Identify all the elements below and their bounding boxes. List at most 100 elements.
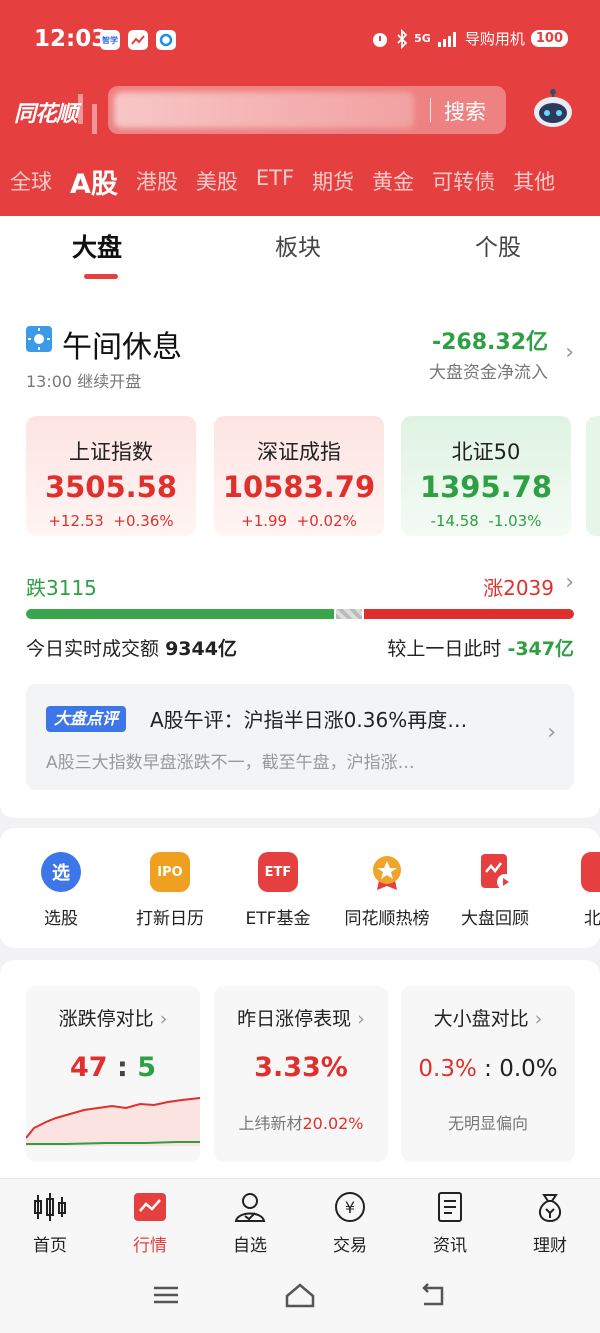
tab-a-share[interactable]: A股 (70, 162, 118, 201)
market-tabs: 全球 A股 港股 美股 ETF 期货 黄金 可转债 其他 (10, 166, 555, 201)
search-button[interactable]: 搜索 (444, 96, 486, 126)
yuan-trade-icon: ¥ (335, 1192, 365, 1222)
stat-title: 涨跌停对比 › (58, 1008, 168, 1030)
index-card-next[interactable] (586, 416, 600, 536)
tab-futures[interactable]: 期货 (312, 166, 354, 201)
browser-app-icon (156, 30, 176, 50)
limit-up-down-card[interactable]: 涨跌停对比 › 47 : 5 (26, 986, 200, 1162)
bluetooth-icon (397, 28, 408, 49)
top-stock: 上纬新材20.02% (238, 1114, 364, 1133)
commentary-summary: A股三大指数早盘涨跌不一，截至午盘，沪指涨… (46, 753, 415, 773)
index-name: 北证50 (451, 440, 521, 464)
home-icon[interactable] (282, 1280, 318, 1310)
index-change: +12.53 +0.36% (48, 512, 174, 530)
chevron-right-icon: › (565, 340, 574, 365)
fall-count: 跌3115 (26, 576, 97, 600)
money-bag-icon (539, 1194, 561, 1223)
market-breadth-row[interactable]: 跌3115 涨2039 › (26, 570, 576, 602)
breadth-bar-fall (26, 609, 334, 619)
svg-text:¥: ¥ (345, 1198, 355, 1217)
yesterday-limit-up-card[interactable]: 昨日涨停表现 › 3.33% 上纬新材20.02% (214, 986, 388, 1162)
candlestick-decor-icon (78, 94, 97, 134)
tab-gold[interactable]: 黄金 (372, 166, 414, 201)
chevron-right-icon: › (357, 1008, 365, 1030)
tool-ipo-calendar[interactable]: IPO 打新日历 (115, 852, 225, 929)
limit-up-performance: 3.33% (254, 1052, 348, 1083)
signal-icon (437, 31, 456, 47)
turnover-row: 今日实时成交额 9344亿 较上一日此时 -347亿 (26, 634, 574, 664)
index-price: 1395.78 (419, 470, 553, 504)
sub-tabs: 大盘 板块 个股 (0, 216, 600, 286)
status-time: 12:03 (34, 26, 108, 52)
nav-watchlist[interactable]: 自选 (210, 1191, 290, 1256)
session-status-row[interactable]: 午间休息 13:00 继续开盘 -268.32亿 大盘资金净流入 › (26, 322, 576, 392)
menu-icon[interactable] (148, 1280, 184, 1310)
tool-stock-picker[interactable]: 选 选股 (6, 852, 116, 929)
breadth-bar (26, 609, 574, 619)
stock-picker-icon: 选 (41, 852, 81, 892)
tool-label: 北交 (584, 909, 600, 929)
carrier-label: 导购用机 (464, 30, 525, 48)
market-commentary-card[interactable]: 大盘点评 A股午评：沪指半日涨0.36%再度… A股三大指数早盘涨跌不一，截至午… (26, 684, 574, 790)
medal-star-icon (373, 856, 401, 890)
breadth-bar-rise (364, 609, 574, 619)
net-flow-value: -268.32亿 (431, 330, 548, 355)
ai-assistant-robot-icon[interactable] (530, 86, 576, 132)
turnover-compare-value: -347亿 (507, 638, 574, 660)
document-news-icon (438, 1192, 462, 1222)
stats-card: 涨跌停对比 › 47 : 5 昨日涨停表现 › 3.33% 上纬新材20.02%… (0, 960, 600, 1180)
etf-icon: ETF (258, 852, 298, 892)
tab-etf[interactable]: ETF (256, 166, 294, 201)
nav-wealth[interactable]: 理财 (510, 1191, 590, 1256)
tool-bse[interactable]: 北交 (546, 852, 600, 929)
tab-global[interactable]: 全球 (10, 166, 52, 201)
app-icon: 智学 (100, 30, 120, 50)
tab-stocks[interactable]: 个股 (475, 228, 521, 262)
tool-market-review[interactable]: 大盘回顾 (440, 852, 550, 929)
index-price: 3505.58 (44, 470, 178, 504)
ipo-calendar-icon: IPO (150, 852, 190, 892)
rise-count: 涨2039 (483, 576, 554, 600)
tab-hk[interactable]: 港股 (136, 166, 178, 201)
large-small-cap-card[interactable]: 大小盘对比 › 0.3% : 0.0% 无明显偏向 (401, 986, 575, 1162)
active-tab-indicator (84, 274, 118, 279)
chevron-right-icon: › (547, 720, 556, 745)
tool-hot-list[interactable]: 同花顺热榜 (332, 852, 442, 929)
tab-market[interactable]: 大盘 (72, 228, 122, 264)
index-card-shenzhen[interactable]: 深证成指 10583.79 +1.99 +0.02% (214, 416, 384, 536)
stat-title: 大小盘对比 › (433, 1008, 543, 1030)
tool-label: 大盘回顾 (461, 909, 529, 929)
index-card-bse50[interactable]: 北证50 1395.78 -14.58 -1.03% (401, 416, 571, 536)
network-label: 5G (414, 32, 431, 45)
limit-ratio: 47 : 5 (70, 1052, 156, 1083)
index-change: -14.58 -1.03% (430, 512, 542, 530)
tools-row: 选 选股 IPO 打新日历 ETF ETF基金 同花顺热榜 大盘回顾 北交 (0, 828, 600, 948)
nav-home[interactable]: 首页 (10, 1191, 90, 1256)
session-title: 午间休息 (62, 330, 182, 365)
tool-label: 选股 (44, 909, 78, 929)
battery-indicator: 100 (530, 30, 568, 47)
turnover-compare: 较上一日此时 -347亿 (387, 638, 574, 660)
chevron-right-icon: › (534, 1008, 543, 1030)
breadth-bar-flat (336, 609, 362, 619)
commentary-title: A股午评：沪指半日涨0.36%再度… (150, 708, 468, 732)
search-input[interactable]: 搜索 (108, 86, 506, 134)
tab-us[interactable]: 美股 (196, 166, 238, 201)
bottom-nav: 首页 行情 自选 ¥ 交易 资讯 理财 (0, 1178, 600, 1258)
tab-sectors[interactable]: 板块 (275, 228, 321, 262)
chart-app-icon (128, 30, 148, 50)
nav-news[interactable]: 资讯 (410, 1191, 490, 1256)
chevron-right-icon: › (159, 1008, 168, 1030)
session-subtitle: 13:00 继续开盘 (26, 372, 142, 391)
nav-trade[interactable]: ¥ 交易 (310, 1191, 390, 1256)
back-icon[interactable] (414, 1280, 450, 1310)
tab-other[interactable]: 其他 (513, 166, 555, 201)
turnover-label: 今日实时成交额 9344亿 (26, 638, 237, 660)
market-overview-card: 大盘 板块 个股 午间休息 13:00 继续开盘 -268.32亿 大盘资金净流… (0, 216, 600, 818)
alarm-icon (373, 32, 388, 47)
index-card-shanghai[interactable]: 上证指数 3505.58 +12.53 +0.36% (26, 416, 196, 536)
tool-etf-fund[interactable]: ETF ETF基金 (223, 852, 333, 929)
limit-trend-sparkline (26, 1097, 200, 1146)
nav-market[interactable]: 行情 (110, 1191, 190, 1256)
tab-convertible[interactable]: 可转债 (432, 166, 495, 201)
